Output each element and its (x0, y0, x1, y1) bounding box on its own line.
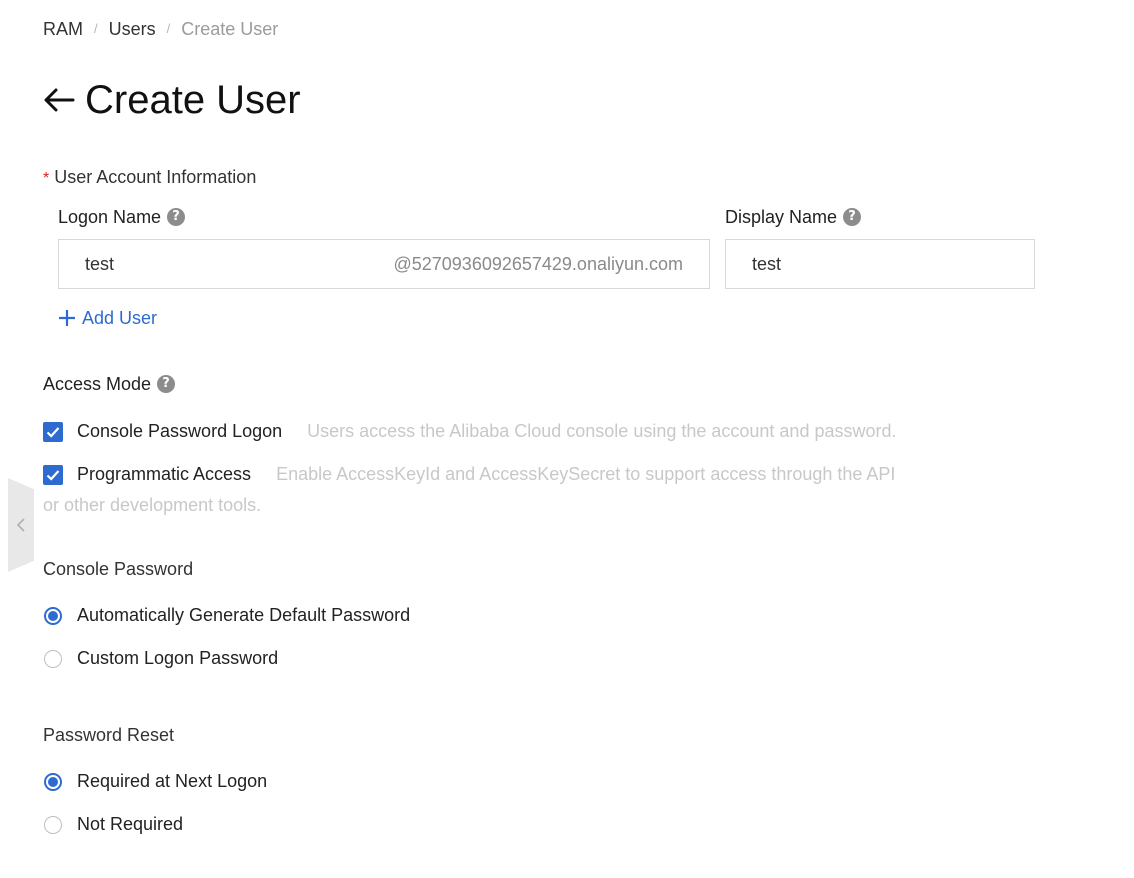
not-required-radio[interactable] (44, 815, 62, 834)
page-header: Create User (43, 76, 301, 124)
collapse-sidebar-tab[interactable] (8, 478, 34, 572)
console-password-logon-description: Users access the Alibaba Cloud console u… (307, 421, 897, 441)
not-required-label: Not Required (77, 814, 184, 834)
custom-password-option[interactable]: Custom Logon Password (44, 648, 278, 669)
auto-generate-password-option[interactable]: Automatically Generate Default Password (44, 605, 410, 626)
breadcrumb-current: Create User (181, 19, 279, 39)
breadcrumb: RAM / Users / Create User (43, 18, 278, 40)
auto-generate-password-radio[interactable] (44, 606, 62, 625)
programmatic-access-option[interactable]: Programmatic Access Enable AccessKeyId a… (43, 464, 895, 485)
breadcrumb-separator: / (94, 21, 98, 36)
logon-name-label: Logon Name (58, 207, 162, 227)
chevron-left-icon (16, 518, 25, 532)
password-reset-label: Password Reset (43, 725, 175, 745)
breadcrumb-users[interactable]: Users (109, 18, 156, 40)
help-icon[interactable]: ? (157, 375, 176, 393)
console-password-label: Console Password (43, 559, 194, 579)
required-next-logon-radio[interactable] (44, 772, 62, 791)
required-next-logon-option[interactable]: Required at Next Logon (44, 771, 267, 792)
logon-domain-suffix: @5270936092657429.onaliyun.com (393, 253, 683, 274)
programmatic-access-checkbox[interactable] (43, 464, 63, 485)
page-title: Create User (85, 78, 301, 122)
display-name-label-row: Display Name ? (725, 206, 862, 228)
access-mode-label-row: Access Mode ? (43, 373, 176, 395)
auto-generate-password-label: Automatically Generate Default Password (77, 605, 411, 625)
help-icon[interactable]: ? (843, 208, 862, 226)
checkmark-icon (46, 426, 60, 438)
required-next-logon-label: Required at Next Logon (77, 771, 268, 791)
help-icon[interactable]: ? (167, 208, 186, 226)
logon-name-label-row: Logon Name ? (58, 206, 186, 228)
not-required-option[interactable]: Not Required (44, 814, 183, 835)
console-password-logon-option[interactable]: Console Password Logon Users access the … (43, 421, 897, 442)
programmatic-access-description: Enable AccessKeyId and AccessKeySecret t… (276, 464, 896, 484)
access-mode-label: Access Mode (43, 374, 152, 394)
display-name-input[interactable] (752, 253, 1012, 275)
breadcrumb-separator: / (166, 21, 171, 36)
console-password-logon-checkbox[interactable] (43, 421, 63, 442)
display-name-field[interactable] (725, 239, 1035, 289)
plus-icon (58, 307, 76, 329)
checkmark-icon (46, 469, 60, 481)
add-user-label: Add User (82, 307, 158, 328)
custom-password-label: Custom Logon Password (77, 648, 279, 668)
programmatic-access-label: Programmatic Access (77, 464, 252, 484)
custom-password-radio[interactable] (44, 649, 62, 668)
add-user-button[interactable]: Add User (58, 307, 157, 329)
arrow-left-icon[interactable] (43, 86, 77, 114)
required-marker: * (43, 170, 50, 187)
user-account-section-label: * User Account Information (43, 166, 256, 190)
logon-name-field[interactable]: @5270936092657429.onaliyun.com (58, 239, 710, 289)
console-password-logon-label: Console Password Logon (77, 421, 283, 441)
display-name-label: Display Name (725, 207, 838, 227)
user-account-label: User Account Information (54, 167, 257, 187)
logon-name-input[interactable] (85, 253, 325, 275)
breadcrumb-ram[interactable]: RAM (43, 18, 83, 40)
programmatic-access-description-continued: or other development tools. (43, 495, 262, 515)
